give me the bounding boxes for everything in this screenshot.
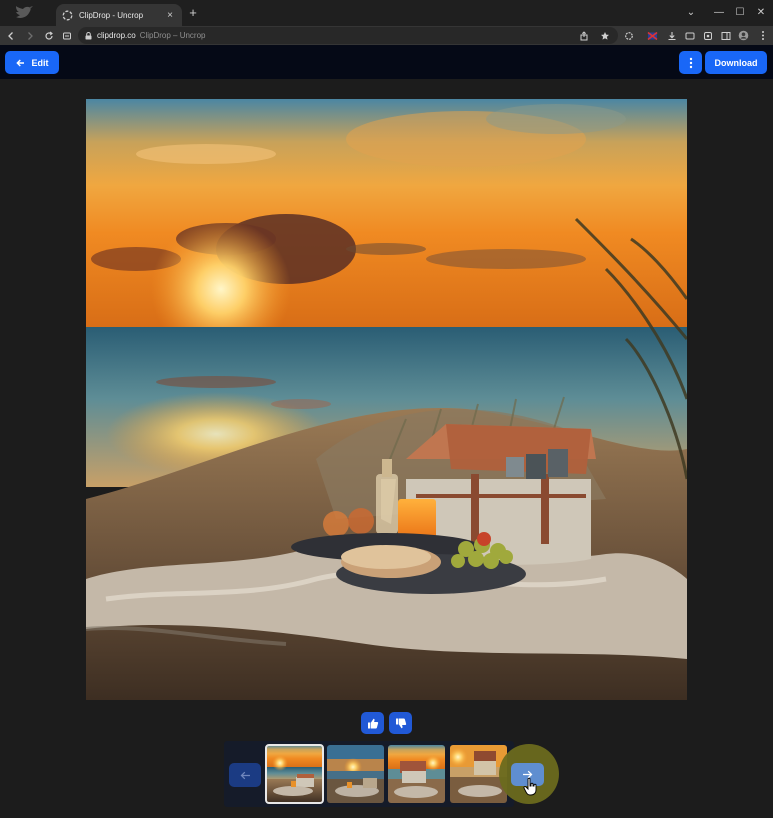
reload-icon[interactable]: [41, 28, 56, 43]
tab-close-icon[interactable]: ×: [164, 10, 176, 21]
thumbs-down-icon: [395, 718, 406, 728]
edit-button-label: Edit: [31, 57, 49, 68]
thumbs-up-icon: [367, 718, 378, 728]
hand-pointer-icon: [523, 777, 537, 796]
variation-thumbnail-1[interactable]: [265, 744, 324, 804]
share-icon[interactable]: [576, 28, 591, 43]
dislike-button[interactable]: [389, 712, 412, 734]
flag-extension-icon[interactable]: [645, 28, 660, 43]
url-host: clipdrop.co: [97, 31, 136, 40]
back-icon[interactable]: [3, 28, 18, 43]
thumbnail-image: [266, 745, 323, 803]
browser-menu-icon[interactable]: [755, 28, 770, 43]
arrow-left-icon: [15, 59, 24, 66]
forward-icon[interactable]: [22, 28, 37, 43]
page-info-icon[interactable]: [59, 28, 74, 43]
tab-title: ClipDrop - Uncrop: [79, 10, 144, 20]
cast-icon[interactable]: [682, 28, 697, 43]
previous-variation-button[interactable]: [229, 763, 261, 787]
clipdrop-favicon-icon: [62, 10, 73, 21]
side-panel-icon[interactable]: [718, 28, 733, 43]
like-button[interactable]: [361, 712, 384, 734]
app-header: Edit Download: [0, 45, 773, 79]
profile-avatar-icon[interactable]: [736, 28, 751, 43]
lock-icon: [85, 31, 92, 39]
edit-button[interactable]: Edit: [5, 51, 59, 74]
variation-thumbnail-3[interactable]: [388, 745, 445, 803]
url-page-title: ClipDrop – Uncrop: [139, 31, 206, 40]
browser-tab-clipdrop[interactable]: ClipDrop - Uncrop ×: [56, 4, 182, 26]
download-button[interactable]: Download: [705, 51, 767, 74]
vertical-dots-icon: [689, 57, 692, 68]
address-bar[interactable]: clipdrop.co ClipDrop – Uncrop: [78, 27, 618, 44]
variation-thumbnail-2[interactable]: [327, 745, 384, 803]
browser-tab-bar: ClipDrop - Uncrop × + ⌄ — ☐ ✕: [0, 0, 773, 26]
download-icon[interactable]: [664, 28, 679, 43]
tab-search-dropdown-icon[interactable]: ⌄: [682, 3, 700, 21]
new-tab-button[interactable]: +: [186, 6, 200, 20]
extension-gear-icon[interactable]: [621, 28, 636, 43]
browser-toolbar: clipdrop.co ClipDrop – Uncrop: [0, 26, 773, 45]
bookmark-star-icon[interactable]: [598, 28, 613, 43]
window-close-icon[interactable]: ✕: [752, 3, 770, 21]
thumbnail-image: [327, 745, 384, 803]
generated-beach-picnic-image: [86, 99, 687, 700]
maximize-icon[interactable]: ☐: [731, 3, 749, 21]
screenshot-icon[interactable]: [700, 28, 715, 43]
minimize-icon[interactable]: —: [710, 3, 728, 21]
more-options-button[interactable]: [679, 51, 702, 74]
arrow-left-icon: [240, 771, 250, 779]
twitter-bird-icon: [16, 6, 33, 18]
thumbnail-image: [388, 745, 445, 803]
